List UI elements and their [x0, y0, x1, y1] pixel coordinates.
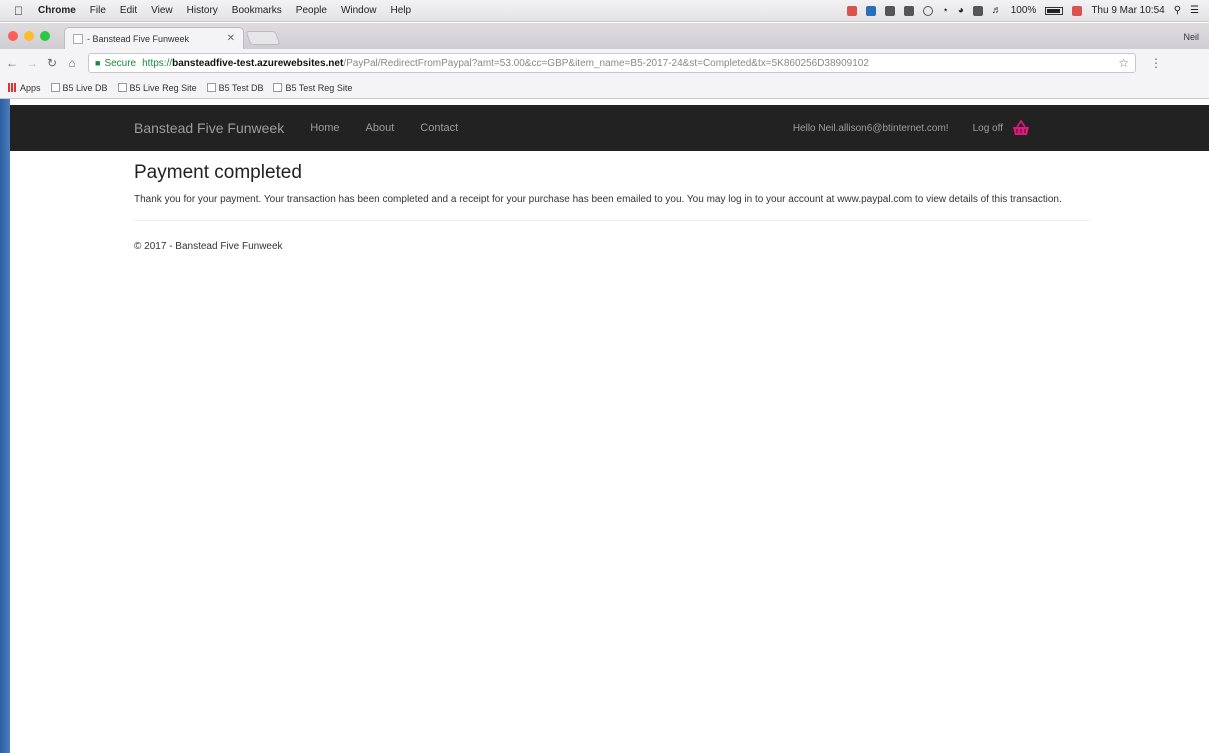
- desktop-edge: [0, 99, 10, 753]
- status-tray: ⋆ ◕ ♬ 100% Thu 9 Mar 10:54 ⚲ ☰: [847, 5, 1209, 16]
- tab-strip: - Banstead Five Funweek ✕ Neil: [0, 23, 1209, 49]
- tray-app-icon[interactable]: [847, 5, 858, 16]
- bluetooth-icon[interactable]: ⋆: [942, 5, 948, 16]
- menu-dots-icon[interactable]: ⋮: [1150, 56, 1162, 70]
- main-content: Payment completed Thank you for your pay…: [134, 162, 1090, 252]
- forward-arrow-icon[interactable]: →: [24, 56, 40, 70]
- page-title: Payment completed: [134, 162, 302, 183]
- browser-toolbar: ← → ↻ ⌂ ■ Secure https:// bansteadfive-t…: [0, 49, 1209, 77]
- bookmark-b5-live-db[interactable]: B5 Live DB: [50, 82, 108, 93]
- back-arrow-icon[interactable]: ←: [4, 56, 20, 70]
- notification-center-icon[interactable]: ☰: [1190, 5, 1199, 16]
- bookmark-page-icon: [206, 83, 216, 92]
- menu-edit[interactable]: Edit: [120, 5, 137, 16]
- airplay-icon[interactable]: [972, 5, 983, 16]
- bookmark-label: B5 Live Reg Site: [129, 82, 197, 93]
- new-tab-button[interactable]: [245, 31, 281, 45]
- tray-app-icon[interactable]: [885, 5, 896, 16]
- battery-icon[interactable]: [1045, 6, 1064, 15]
- address-bar[interactable]: ■ Secure https:// bansteadfive-test.azur…: [88, 53, 1136, 73]
- battery-percent[interactable]: 100%: [1011, 5, 1037, 16]
- site-brand-link[interactable]: Banstead Five Funweek: [134, 120, 284, 136]
- menu-file[interactable]: File: [90, 5, 106, 16]
- nav-about-link[interactable]: About: [366, 122, 395, 134]
- tray-app-icon[interactable]: [866, 5, 877, 16]
- reload-icon[interactable]: ↻: [44, 56, 60, 70]
- url-host: bansteadfive-test.azurewebsites.net: [172, 57, 344, 69]
- nav-home-link[interactable]: Home: [310, 122, 339, 134]
- bookmark-favicon-icon: [117, 83, 127, 92]
- shopping-basket-icon[interactable]: [1011, 118, 1031, 138]
- clock[interactable]: Thu 9 Mar 10:54: [1091, 5, 1164, 16]
- bookmark-b5-test-db[interactable]: B5 Test DB: [206, 82, 264, 93]
- bookmark-label: B5 Test DB: [218, 82, 264, 93]
- home-icon[interactable]: ⌂: [64, 56, 80, 70]
- menu-people[interactable]: People: [296, 5, 327, 16]
- bookmark-b5-test-reg-site[interactable]: B5 Test Reg Site: [273, 83, 352, 93]
- wifi-icon[interactable]: ◕: [958, 5, 964, 16]
- profile-name[interactable]: Neil: [1183, 32, 1199, 42]
- apps-grid-icon: [8, 83, 17, 92]
- bookmark-favicon-icon: [50, 83, 60, 92]
- menu-bookmarks[interactable]: Bookmarks: [232, 5, 282, 16]
- bookmark-label: Apps: [20, 82, 41, 93]
- bookmark-b5-live-reg-site[interactable]: B5 Live Reg Site: [117, 82, 197, 93]
- nav-contact-link[interactable]: Contact: [420, 122, 458, 134]
- close-tab-icon[interactable]: ✕: [227, 33, 235, 44]
- menu-window[interactable]: Window: [341, 5, 377, 16]
- menu-chrome[interactable]: Chrome: [38, 5, 76, 16]
- bookmark-apps[interactable]: Apps: [8, 83, 41, 93]
- apple-icon[interactable]: : [14, 4, 28, 18]
- bookmark-label: B5 Test Reg Site: [285, 82, 353, 93]
- zoom-window-button[interactable]: [40, 31, 50, 41]
- lock-icon[interactable]: ■: [95, 58, 100, 68]
- url-scheme: https://: [142, 57, 173, 69]
- payment-message: Thank you for your payment. Your transac…: [134, 194, 1062, 205]
- tab-title: - Banstead Five Funweek: [87, 33, 190, 44]
- close-window-button[interactable]: [8, 31, 18, 41]
- spotlight-icon[interactable]: ⚲: [1174, 5, 1181, 16]
- bookmark-star-icon[interactable]: ☆: [1118, 56, 1129, 70]
- menu-help[interactable]: Help: [391, 5, 412, 16]
- site-navbar: Banstead Five Funweek Home About Contact…: [10, 105, 1209, 151]
- log-off-link[interactable]: Log off: [973, 123, 1003, 134]
- menu-history[interactable]: History: [187, 5, 218, 16]
- minimize-window-button[interactable]: [24, 31, 34, 41]
- bookmark-label: B5 Live DB: [62, 82, 108, 93]
- time-machine-icon[interactable]: [923, 5, 934, 16]
- bookmark-favicon-icon: [273, 83, 283, 92]
- volume-icon[interactable]: ♬: [992, 5, 1002, 16]
- secure-label[interactable]: Secure: [104, 58, 136, 69]
- tray-app-icon[interactable]: [904, 5, 915, 16]
- account-area: Hello Neil.allison6@btinternet.com! Log …: [793, 118, 1031, 138]
- bookmarks-bar: Apps B5 Live DB B5 Live Reg Site B5 Test…: [0, 77, 1209, 99]
- page-icon: [73, 33, 83, 44]
- footer-copyright: © 2017 - Banstead Five Funweek: [134, 241, 283, 252]
- flag-icon[interactable]: [1072, 5, 1083, 16]
- divider: [134, 220, 1090, 221]
- menu-view[interactable]: View: [151, 5, 173, 16]
- url-path: /PayPal/RedirectFromPaypal?amt=53.00&cc=…: [343, 57, 869, 69]
- macos-menu-bar:  Chrome File Edit View History Bookmark…: [0, 0, 1209, 22]
- browser-tab[interactable]: - Banstead Five Funweek ✕: [64, 27, 244, 49]
- hello-user-link[interactable]: Hello Neil.allison6@btinternet.com!: [793, 123, 949, 134]
- window-controls: [8, 31, 50, 41]
